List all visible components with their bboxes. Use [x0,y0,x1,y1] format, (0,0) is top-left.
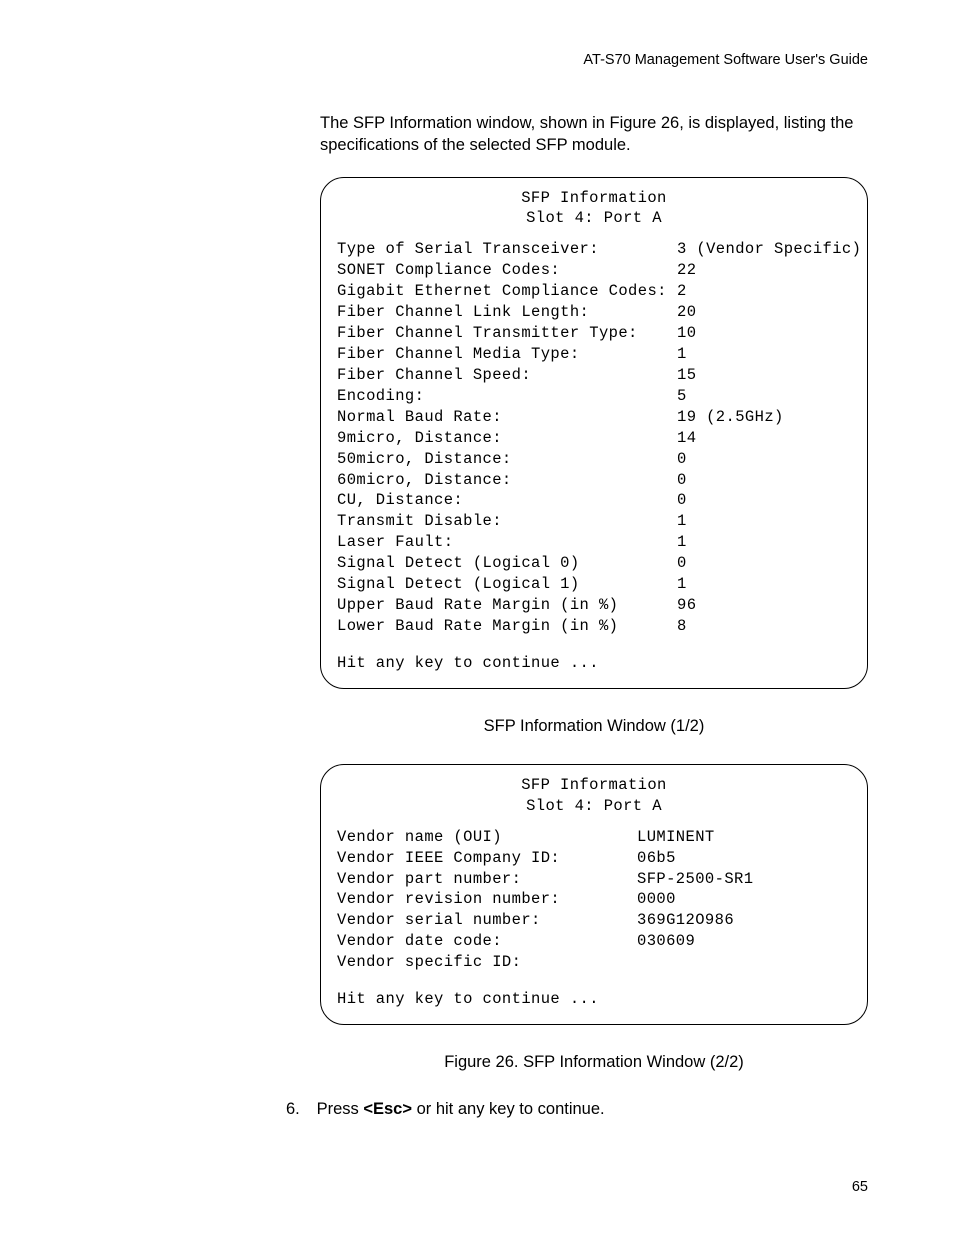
table-row: Upper Baud Rate Margin (in %)96 [337,595,851,616]
step-text-after: or hit any key to continue. [412,1100,605,1118]
row-label: Fiber Channel Transmitter Type: [337,323,677,344]
row-value: 15 [677,365,696,386]
row-value: 06b5 [637,848,676,869]
window2-footer: Hit any key to continue ... [337,989,851,1010]
table-row: Transmit Disable:1 [337,511,851,532]
table-row: Fiber Channel Link Length:20 [337,302,851,323]
row-label: Vendor part number: [337,869,637,890]
table-row: Fiber Channel Transmitter Type:10 [337,323,851,344]
row-value: 8 [677,616,687,637]
table-row: Vendor IEEE Company ID:06b5 [337,848,851,869]
row-label: SONET Compliance Codes: [337,260,677,281]
row-value: 369G12O986 [637,910,734,931]
table-row: 9micro, Distance:14 [337,428,851,449]
row-label: Vendor revision number: [337,889,637,910]
row-label: Lower Baud Rate Margin (in %) [337,616,677,637]
row-value: 0 [677,490,687,511]
table-row: Normal Baud Rate:19 (2.5GHz) [337,407,851,428]
row-value: 1 [677,574,687,595]
row-label: Signal Detect (Logical 1) [337,574,677,595]
table-row: Vendor date code:030609 [337,931,851,952]
window1-footer: Hit any key to continue ... [337,653,851,674]
running-head: AT-S70 Management Software User's Guide [86,52,868,68]
row-value: 3 (Vendor Specific) [677,239,861,260]
table-row: Fiber Channel Speed:15 [337,365,851,386]
table-row: SONET Compliance Codes:22 [337,260,851,281]
row-value: 5 [677,386,687,407]
table-row: Lower Baud Rate Margin (in %)8 [337,616,851,637]
table-row: Vendor specific ID: [337,952,851,973]
row-value: 96 [677,595,696,616]
row-label: Fiber Channel Speed: [337,365,677,386]
row-label: Type of Serial Transceiver: [337,239,677,260]
row-value: 19 (2.5GHz) [677,407,784,428]
row-value: 2 [677,281,687,302]
table-row: Signal Detect (Logical 1)1 [337,574,851,595]
table-row: Fiber Channel Media Type:1 [337,344,851,365]
step-text-before: Press [317,1100,364,1118]
row-label: Vendor name (OUI) [337,827,637,848]
window1-title: SFP Information [337,188,851,209]
figure-caption: Figure 26. SFP Information Window (2/2) [320,1053,868,1072]
row-value: 20 [677,302,696,323]
row-value: 0 [677,553,687,574]
row-value: 030609 [637,931,695,952]
table-row: Laser Fault:1 [337,532,851,553]
row-value: SFP-2500-SR1 [637,869,753,890]
caption-1: SFP Information Window (1/2) [320,717,868,736]
table-row: Vendor part number:SFP-2500-SR1 [337,869,851,890]
table-row: 60micro, Distance:0 [337,470,851,491]
window2-subtitle: Slot 4: Port A [337,796,851,817]
row-label: Fiber Channel Media Type: [337,344,677,365]
row-label: Vendor IEEE Company ID: [337,848,637,869]
row-value: 14 [677,428,696,449]
row-label: CU, Distance: [337,490,677,511]
table-row: Gigabit Ethernet Compliance Codes:2 [337,281,851,302]
table-row: CU, Distance:0 [337,490,851,511]
row-label: Encoding: [337,386,677,407]
row-value: 1 [677,532,687,553]
row-value: 0000 [637,889,676,910]
page: AT-S70 Management Software User's Guide … [0,0,954,1235]
row-value: 0 [677,449,687,470]
table-row: 50micro, Distance:0 [337,449,851,470]
row-label: Vendor specific ID: [337,952,637,973]
row-label: 9micro, Distance: [337,428,677,449]
row-label: Vendor date code: [337,931,637,952]
row-label: Fiber Channel Link Length: [337,302,677,323]
step-number: 6. [286,1100,312,1119]
row-value: 1 [677,344,687,365]
step-6: 6. Press <Esc> or hit any key to continu… [286,1100,868,1119]
window2-title: SFP Information [337,775,851,796]
table-row: Signal Detect (Logical 0)0 [337,553,851,574]
table-row: Vendor serial number:369G12O986 [337,910,851,931]
row-label: Vendor serial number: [337,910,637,931]
window1-subtitle: Slot 4: Port A [337,208,851,229]
row-value: 22 [677,260,696,281]
row-label: Laser Fault: [337,532,677,553]
row-label: Signal Detect (Logical 0) [337,553,677,574]
sfp-info-window-1: SFP Information Slot 4: Port A Type of S… [320,177,868,689]
row-value: LUMINENT [637,827,715,848]
row-value: 1 [677,511,687,532]
step-key: <Esc> [363,1100,412,1118]
row-label: 50micro, Distance: [337,449,677,470]
row-value: 0 [677,470,687,491]
table-row: Type of Serial Transceiver:3 (Vendor Spe… [337,239,851,260]
row-label: Upper Baud Rate Margin (in %) [337,595,677,616]
table-row: Vendor revision number:0000 [337,889,851,910]
table-row: Encoding:5 [337,386,851,407]
sfp-info-window-2: SFP Information Slot 4: Port A Vendor na… [320,764,868,1025]
row-value: 10 [677,323,696,344]
intro-paragraph: The SFP Information window, shown in Fig… [320,112,868,157]
row-label: Gigabit Ethernet Compliance Codes: [337,281,677,302]
page-number: 65 [852,1179,868,1195]
row-label: Normal Baud Rate: [337,407,677,428]
table-row: Vendor name (OUI)LUMINENT [337,827,851,848]
row-label: 60micro, Distance: [337,470,677,491]
row-label: Transmit Disable: [337,511,677,532]
